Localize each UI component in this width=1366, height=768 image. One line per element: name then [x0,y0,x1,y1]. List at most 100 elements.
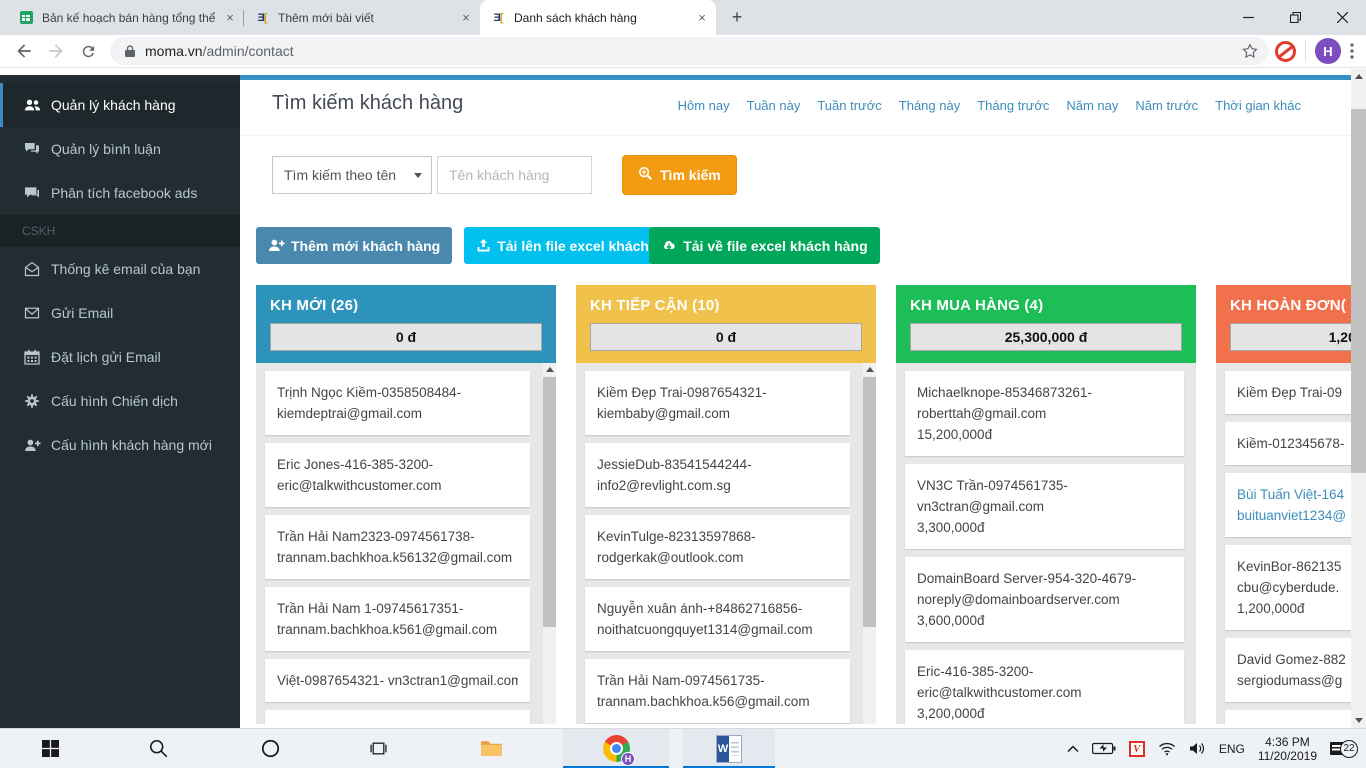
minimize-button[interactable] [1225,0,1272,35]
time-filter-link[interactable]: Thời gian khác [1215,98,1301,113]
cortana-button[interactable] [248,729,292,768]
chrome-taskbar-button[interactable]: H [563,729,669,768]
column-scrollbar-thumb[interactable] [863,377,876,627]
customer-card[interactable]: Trịnh Ngọc Kiềm-0358508484-kiemdeptrai@g… [265,371,530,435]
time-filter-link[interactable]: Tuần này [747,98,801,113]
word-taskbar-button[interactable]: W [683,729,775,768]
language-indicator[interactable]: ENG [1219,742,1245,756]
browser-tab[interactable]: Bản kế hoạch bán hàng tổng thể× [8,0,244,35]
profile-avatar[interactable]: H [1315,38,1341,64]
customer-card[interactable]: VN3C Trần-0974561735-vn3ctran@gmail.com3… [905,464,1184,549]
sidebar-item-comment[interactable]: Phân tích facebook ads [0,171,240,215]
browser-tabs: Bản kế hoạch bán hàng tổng thể×Ǝ[Thêm mớ… [0,0,716,35]
page-title: Tìm kiếm khách hàng [272,92,463,115]
users-icon [22,97,42,114]
customer-card[interactable]: KevinTulge-82313597868-rodgerkak@outlook… [585,515,850,579]
column-scrollbar[interactable] [543,363,556,724]
customer-card[interactable]: Trần Hải Nam-0974561735-trannam.bachkhoa… [585,659,850,723]
customer-card[interactable] [1225,710,1351,724]
search-type-select[interactable]: Tìm kiếm theo tên [272,156,432,194]
time-filter-link[interactable]: Tháng trước [977,98,1049,113]
customer-card[interactable]: Michaelknope-85346873261-roberttah@gmail… [905,371,1184,456]
time-filter-link[interactable]: Năm nay [1066,98,1118,113]
time-filter-link[interactable]: Tuần trước [817,98,881,113]
taskbar-clock[interactable]: 4:36 PM 11/20/2019 [1258,735,1317,763]
customer-name-input[interactable] [437,156,592,194]
adblock-extension-icon[interactable] [1275,41,1296,62]
customer-card[interactable]: Eric Jones-416-385-3200-eric@talkwithcus… [265,443,530,507]
customer-card-line: info2@revlight.com.sg [597,475,838,496]
upload-excel-button[interactable]: Tải lên file excel khách hàng [464,227,652,264]
sidebar-item-calendar[interactable]: Đặt lịch gửi Email [0,335,240,379]
tray-chevron-up-icon[interactable] [1067,745,1079,753]
customer-card[interactable]: Eric-416-385-3200-eric@talkwithcustomer.… [905,650,1184,724]
time-filter-link[interactable]: Hôm nay [678,98,730,113]
kanban-column-amount: 1,200,000 đ [1230,323,1351,351]
forward-button[interactable] [42,37,70,65]
customer-card[interactable]: Kiềm Đẹp Trai-09 [1225,371,1351,414]
customer-card[interactable]: Bùi Tuấn Việt-164buituanviet1234@ [1225,473,1351,537]
customer-card-line: Kiềm Đẹp Trai-09 [1237,382,1351,403]
sidebar-item-envelope[interactable]: Gửi Email [0,291,240,335]
customer-card[interactable]: Kiềm-012345678- [1225,422,1351,465]
scroll-down-arrow[interactable] [1351,713,1366,728]
refresh-button[interactable] [74,37,102,65]
close-button[interactable] [1319,0,1366,35]
sidebar-item-gear[interactable]: Cấu hình Chiến dịch [0,379,240,423]
customer-card-line: KevinTulge-82313597868- [597,526,838,547]
toolbar-separator [1305,41,1306,61]
add-customer-button[interactable]: Thêm mới khách hàng [256,227,452,264]
file-explorer-button[interactable] [469,729,513,768]
time-filter-link[interactable]: Tháng này [899,98,960,113]
column-scrollbar-thumb[interactable] [543,377,556,627]
gear-icon [22,393,42,409]
customer-card[interactable]: DomainBoard Server-954-320-4679-noreply@… [905,557,1184,642]
back-button[interactable] [10,37,38,65]
task-view-button[interactable] [356,729,400,768]
volume-icon[interactable] [1189,741,1206,756]
scroll-up-arrow[interactable] [1351,69,1366,84]
customer-card[interactable]: JessieDub-83541544244-info2@revlight.com… [585,443,850,507]
customer-card[interactable]: Trần Hải Nam 1-09745617351-trannam.bachk… [265,587,530,651]
page-scrollbar[interactable] [1351,69,1366,728]
bookmark-star-button[interactable] [1237,42,1263,60]
omnibox[interactable]: moma.vn/admin/contact [110,37,1269,65]
customer-card[interactable]: David Gomez-882sergiodumass@g [1225,638,1351,702]
sidebar-item-users[interactable]: Quản lý khách hàng [0,83,240,127]
sidebar-item-comments[interactable]: Quản lý bình luận [0,127,240,171]
kanban-column: KH HOÀN ĐƠN(1,200,000 đKiềm Đẹp Trai-09K… [1216,285,1351,724]
cloud-download-icon [661,238,677,254]
kanban-column-header: KH MUA HÀNG (4)25,300,000 đ [896,285,1196,363]
antivirus-tray-icon[interactable]: V [1129,741,1145,757]
column-scroll-up-arrow[interactable] [863,363,876,376]
column-scrollbar[interactable] [863,363,876,724]
page-scrollbar-thumb[interactable] [1351,109,1366,473]
customer-card[interactable]: Việt-0987654321- vn3ctran1@gmail.com [265,659,530,702]
download-excel-button[interactable]: Tải về file excel khách hàng [649,227,879,264]
customer-card[interactable]: Nguyễn xuân ánh-+84862716856-noithatcuon… [585,587,850,651]
customer-card[interactable] [265,710,530,724]
tab-close-icon[interactable]: × [694,10,710,26]
column-scroll-up-arrow[interactable] [543,363,556,376]
restore-button[interactable] [1272,0,1319,35]
browser-tab[interactable]: Ǝ[Thêm mới bài viết× [244,0,480,35]
customer-card[interactable]: Kiềm Đẹp Trai-0987654321-kiembaby@gmail.… [585,371,850,435]
time-filter-link[interactable]: Năm trước [1135,98,1198,113]
notification-center-button[interactable]: 22 [1330,740,1358,758]
browser-menu-icon[interactable] [1350,43,1354,59]
customer-card[interactable]: Trần Hải Nam2323-0974561738-trannam.bach… [265,515,530,579]
start-button[interactable] [28,729,72,768]
wifi-icon[interactable] [1158,742,1176,756]
sidebar-item-envelope-open[interactable]: Thống kê email của bạn [0,247,240,291]
browser-tab[interactable]: Ǝ[Danh sách khách hàng× [480,0,716,35]
tab-close-icon[interactable]: × [458,10,474,26]
system-tray: V ENG 4:36 PM 11/20/2019 22 [1067,729,1366,768]
tab-close-icon[interactable]: × [222,10,238,26]
battery-icon[interactable] [1092,742,1116,755]
sidebar-item-user-plus[interactable]: Cấu hình khách hàng mới [0,423,240,467]
new-tab-button[interactable]: + [724,5,750,31]
customer-card-line: 1,200,000đ [1237,598,1351,619]
taskbar-search-button[interactable] [136,729,180,768]
customer-card[interactable]: KevinBor-862135cbu@cyberdude.1,200,000đ [1225,545,1351,630]
search-button[interactable]: Tìm kiếm [622,155,737,195]
